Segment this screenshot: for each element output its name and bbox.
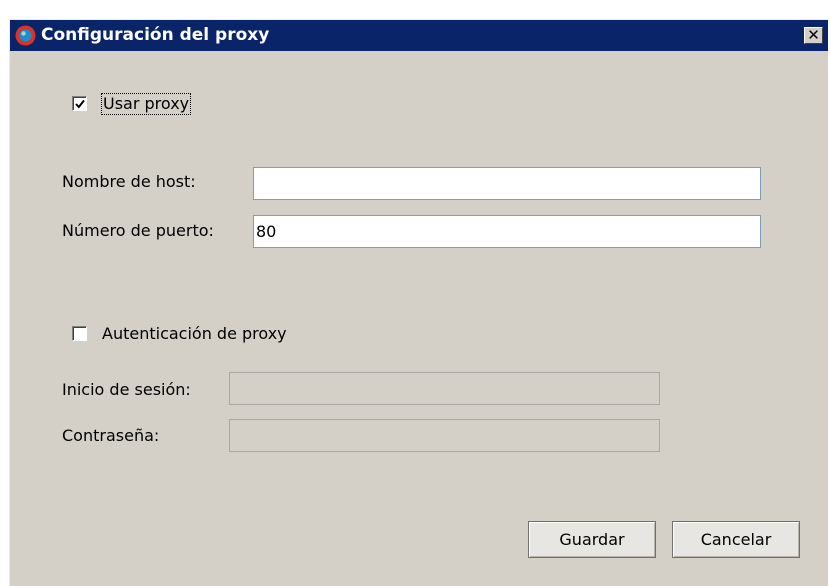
app-logo-icon <box>15 25 36 46</box>
password-input[interactable] <box>229 419 660 452</box>
check-icon <box>75 99 85 109</box>
port-label: Número de puerto: <box>62 221 214 240</box>
password-label: Contraseña: <box>62 426 160 445</box>
login-input[interactable] <box>229 372 660 405</box>
window-title: Configuración del proxy <box>41 25 270 45</box>
host-input[interactable] <box>253 167 761 200</box>
close-icon: ✕ <box>807 26 820 44</box>
use-proxy-checkbox[interactable] <box>72 96 87 111</box>
login-label: Inicio de sesión: <box>62 380 191 399</box>
title-bar[interactable]: Configuración del proxy ✕ <box>10 20 828 51</box>
proxy-auth-checkbox[interactable] <box>72 326 87 341</box>
proxy-settings-dialog: Configuración del proxy ✕ Usar proxy Nom… <box>9 19 828 586</box>
save-button[interactable]: Guardar <box>528 521 656 558</box>
port-input[interactable] <box>253 215 761 248</box>
close-button[interactable]: ✕ <box>804 27 823 44</box>
proxy-auth-label[interactable]: Autenticación de proxy <box>102 324 287 344</box>
cancel-button[interactable]: Cancelar <box>672 521 800 558</box>
host-label: Nombre de host: <box>62 172 196 191</box>
use-proxy-label[interactable]: Usar proxy <box>100 93 192 115</box>
